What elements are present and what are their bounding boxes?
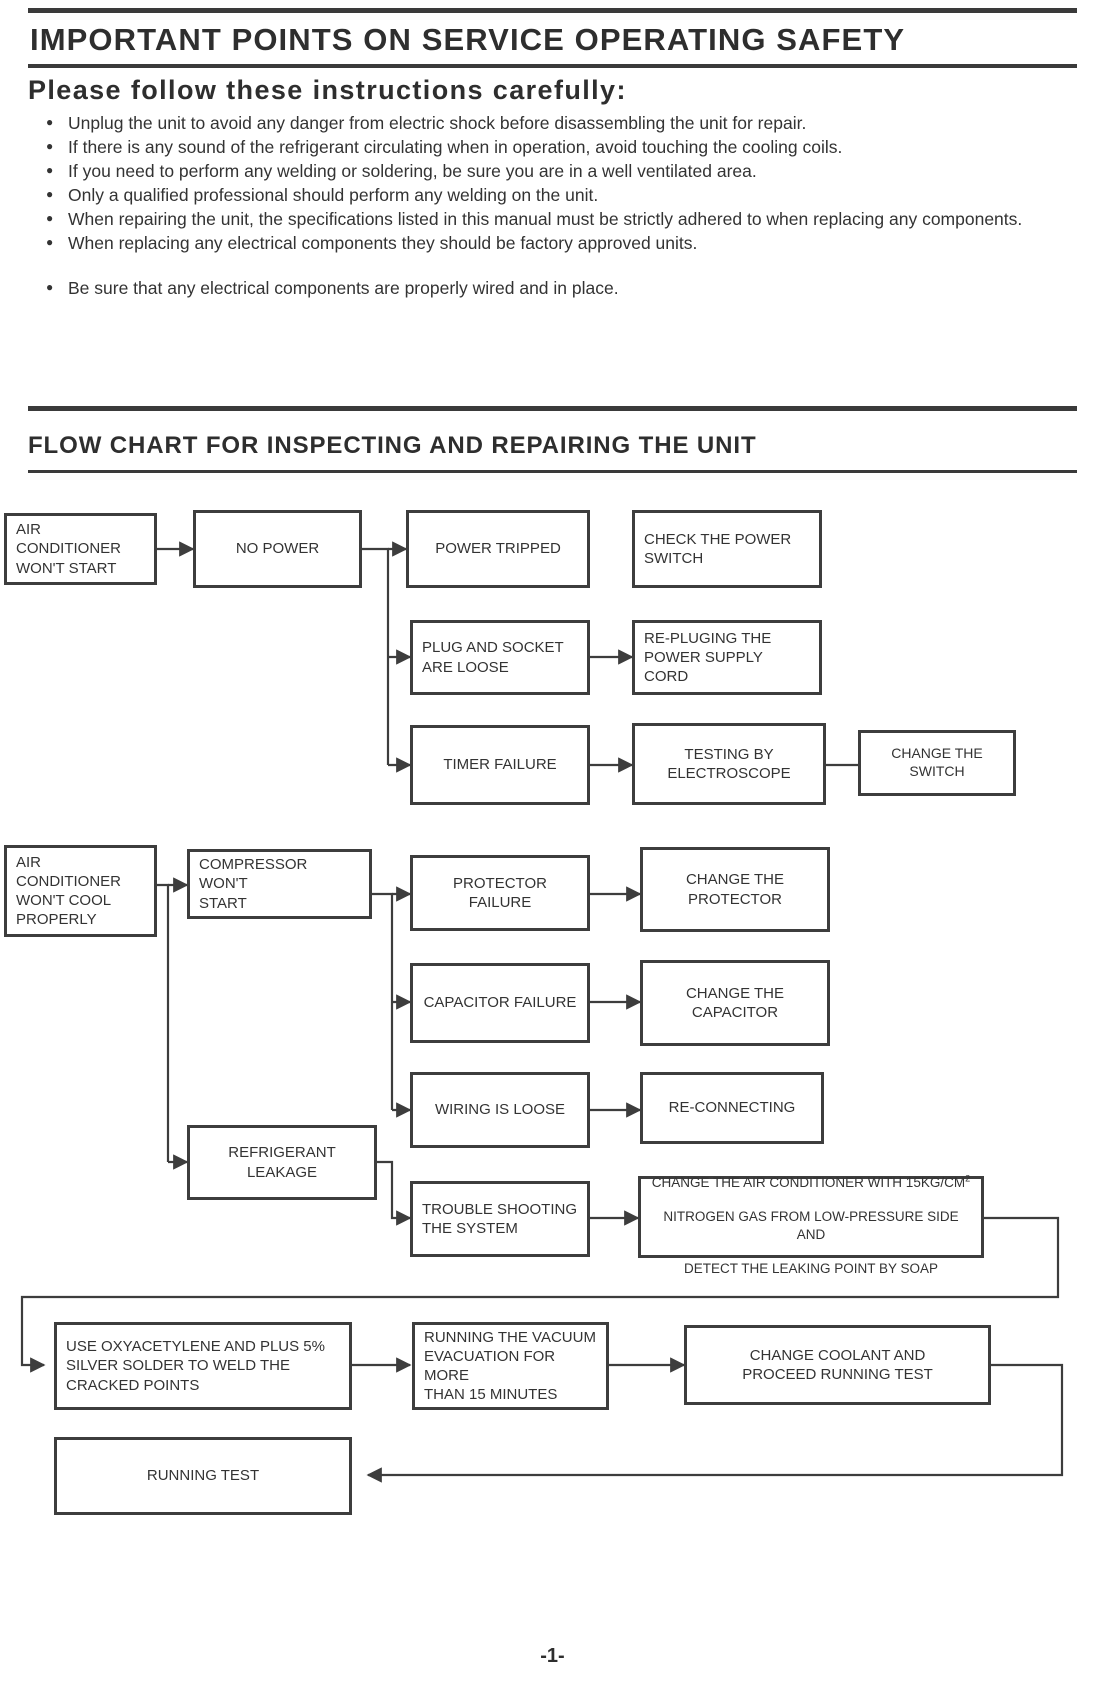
flow-box-ac-wont-start: AIR CONDITIONER WON'T START xyxy=(4,513,157,585)
list-item: Be sure that any electrical components a… xyxy=(42,276,1032,300)
flow-box-check-power-switch: CHECK THE POWER SWITCH xyxy=(632,510,822,588)
list-item: When repairing the unit, the specificati… xyxy=(42,207,1032,231)
flow-box-protector-failure: PROTECTOR FAILURE xyxy=(410,855,590,931)
flow-box-testing-electroscope: TESTING BY ELECTROSCOPE xyxy=(632,723,826,805)
rule-top xyxy=(28,8,1077,13)
flow-box-change-protector: CHANGE THE PROTECTOR xyxy=(640,847,830,932)
rule-below-flowchart-title xyxy=(28,470,1077,473)
page-title: IMPORTANT POINTS ON SERVICE OPERATING SA… xyxy=(30,22,906,57)
page-number: -1- xyxy=(540,1645,565,1667)
flow-box-compressor-wont-start: COMPRESSOR WON'T START xyxy=(187,849,372,919)
flow-box-nitrogen-gas: CHANGE THE AIR CONDITIONER WITH 15KG/CM2… xyxy=(638,1173,984,1276)
rule-above-flowchart xyxy=(28,406,1077,411)
list-item: If you need to perform any welding or so… xyxy=(42,159,1032,183)
flow-box-vacuum-evacuation: RUNNING THE VACUUM EVACUATION FOR MORE T… xyxy=(412,1322,609,1410)
flowchart-title: FLOW CHART FOR INSPECTING AND REPAIRING … xyxy=(28,432,757,459)
flow-box-plug-socket-loose: PLUG AND SOCKET ARE LOOSE xyxy=(410,620,590,695)
flow-box-re-connecting: RE-CONNECTING xyxy=(640,1072,824,1144)
flow-box-timer-failure: TIMER FAILURE xyxy=(410,725,590,805)
flow-box-oxyacetylene-weld: USE OXYACETYLENE AND PLUS 5% SILVER SOLD… xyxy=(54,1322,352,1410)
flow-box-trouble-shooting: TROUBLE SHOOTING THE SYSTEM xyxy=(410,1181,590,1257)
flow-box-no-power: NO POWER xyxy=(193,510,362,588)
instructions-subtitle: Please follow these instructions careful… xyxy=(28,75,627,105)
flow-box-refrigerant-leakage: REFRIGERANT LEAKAGE xyxy=(187,1125,377,1200)
document-page: IMPORTANT POINTS ON SERVICE OPERATING SA… xyxy=(0,0,1105,1681)
list-item: If there is any sound of the refrigerant… xyxy=(42,135,1032,159)
flow-box-change-switch: CHANGE THE SWITCH xyxy=(858,730,1016,796)
nitrogen-line-1: CHANGE THE AIR CONDITIONER WITH 15KG/CM xyxy=(651,1174,966,1190)
flow-box-wiring-loose: WIRING IS LOOSE xyxy=(410,1072,590,1148)
list-item: When replacing any electrical components… xyxy=(42,231,1032,255)
nitrogen-superscript: 2 xyxy=(965,1173,971,1184)
flow-box-change-coolant: CHANGE COOLANT AND PROCEED RUNNING TEST xyxy=(684,1325,991,1405)
flow-box-power-tripped: POWER TRIPPED xyxy=(406,510,590,588)
flow-box-ac-wont-cool: AIR CONDITIONER WON'T COOL PROPERLY xyxy=(4,845,157,937)
list-item: Unplug the unit to avoid any danger from… xyxy=(42,111,1032,135)
nitrogen-line-2: NITROGEN GAS FROM LOW-PRESSURE SIDE AND xyxy=(663,1209,959,1242)
flow-box-capacitor-failure: CAPACITOR FAILURE xyxy=(410,963,590,1043)
flow-box-running-test: RUNNING TEST xyxy=(54,1437,352,1515)
flow-box-change-capacitor: CHANGE THE CAPACITOR xyxy=(640,960,830,1046)
safety-instructions-list: Unplug the unit to avoid any danger from… xyxy=(42,111,1032,301)
rule-under-title xyxy=(28,64,1077,68)
list-item: Only a qualified professional should per… xyxy=(42,183,1032,207)
nitrogen-line-3: DETECT THE LEAKING POINT BY SOAP xyxy=(683,1261,939,1277)
flow-box-re-pluging-cord: RE-PLUGING THE POWER SUPPLY CORD xyxy=(632,620,822,695)
